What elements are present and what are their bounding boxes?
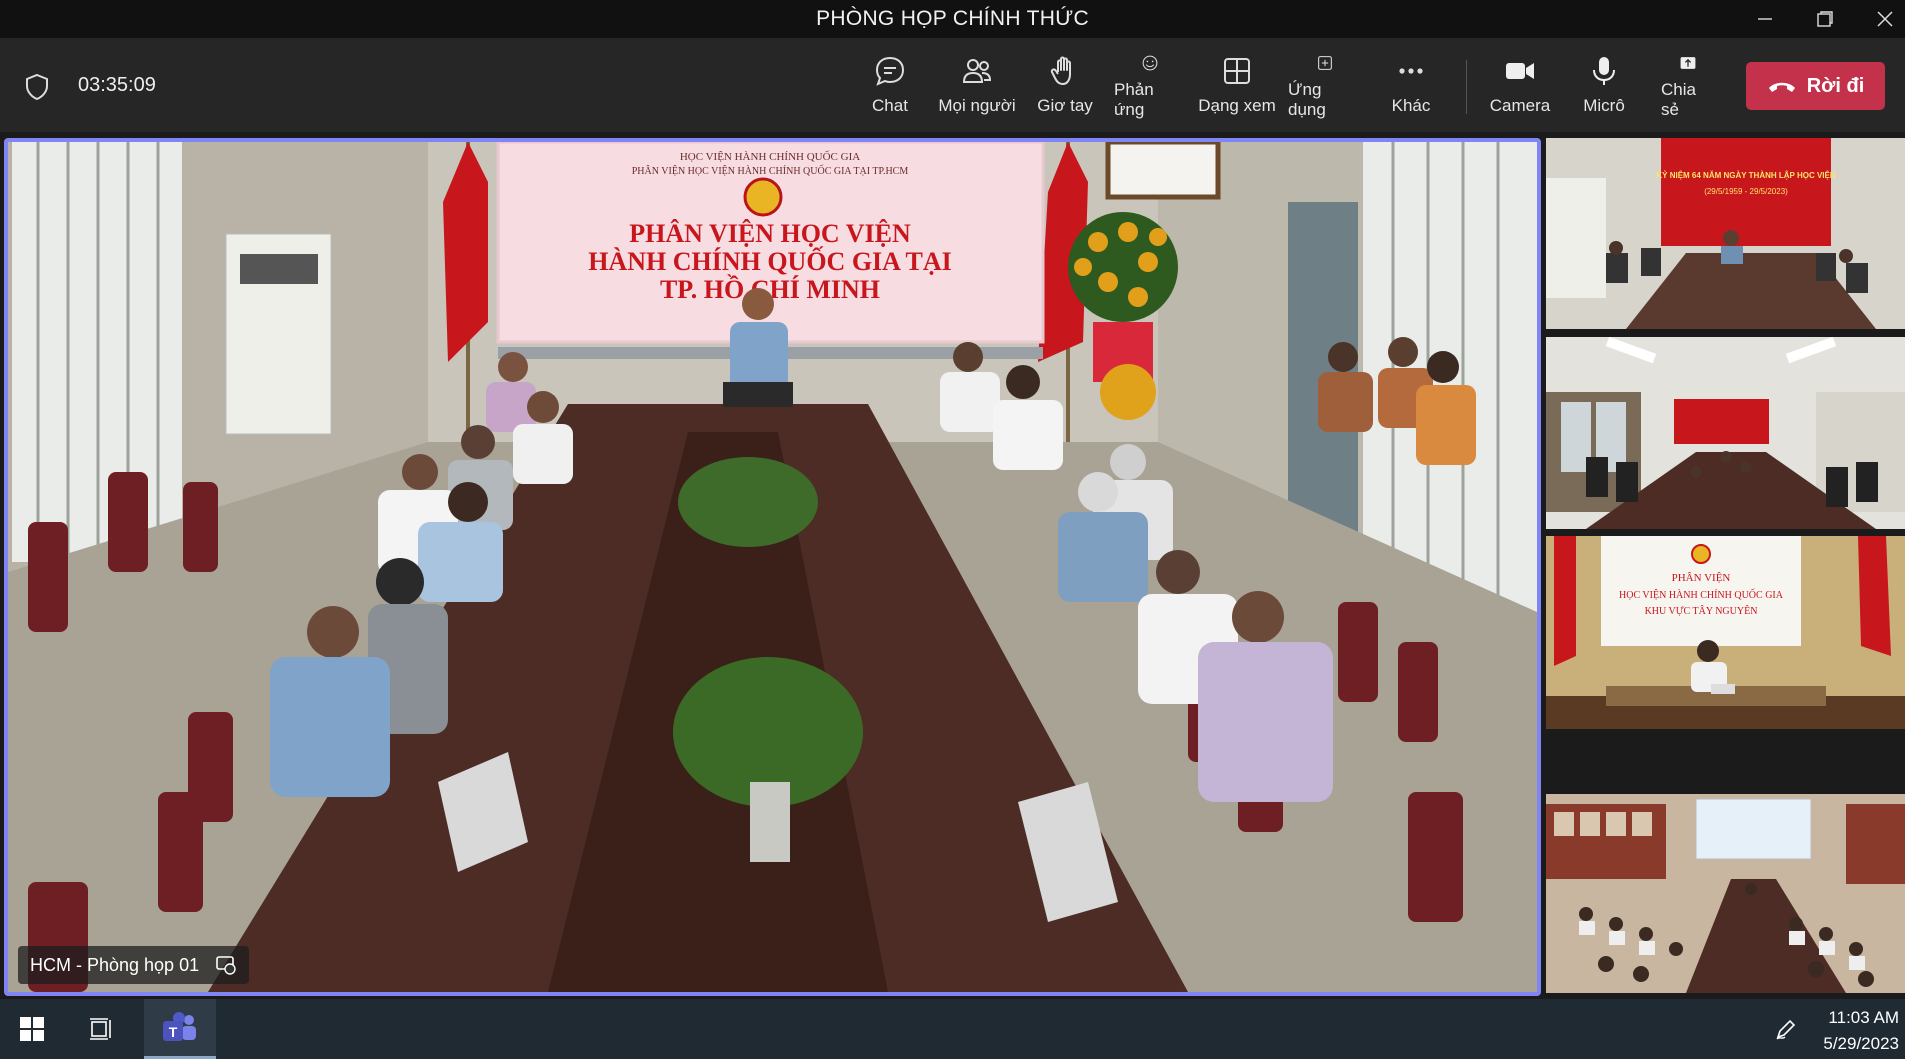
maximize-icon[interactable] bbox=[1795, 0, 1855, 38]
svg-text:T: T bbox=[169, 1024, 178, 1040]
banner-small-text-1: HỌC VIỆN HÀNH CHÍNH QUỐC GIA bbox=[680, 150, 860, 163]
chat-icon bbox=[875, 56, 905, 86]
room-device-icon bbox=[216, 956, 236, 975]
thumb3-banner-2: HỌC VIỆN HÀNH CHÍNH QUỐC GIA bbox=[1619, 588, 1784, 601]
view-label: Dạng xem bbox=[1198, 96, 1276, 115]
teams-icon: T bbox=[163, 1012, 196, 1041]
camera-button[interactable]: Camera bbox=[1489, 54, 1551, 120]
taskbar-clock[interactable]: 11:03 AM 5/29/2023 bbox=[1823, 1005, 1899, 1057]
mic-label: Micrô bbox=[1583, 96, 1625, 115]
hang-up-icon bbox=[1768, 82, 1795, 92]
thumbnail-video: KỶ NIỆM 64 NĂM NGÀY THÀNH LẬP HỌC VIỆN (… bbox=[1546, 138, 1905, 329]
participant-name-tag: HCM - Phòng họp 01 bbox=[18, 946, 250, 984]
toolbar-divider bbox=[1466, 60, 1467, 114]
windows-taskbar: T 11:03 AM 5/29/2023 bbox=[0, 999, 1905, 1059]
participant-thumbnail[interactable] bbox=[1546, 794, 1905, 993]
conference-room-video: HỌC VIỆN HÀNH CHÍNH QUỐC GIA PHÂN VIỆN H… bbox=[8, 142, 1537, 992]
window-title: PHÒNG HỌP CHÍNH THỨC bbox=[816, 7, 1089, 30]
thumb1-sub: (29/5/1959 - 29/5/2023) bbox=[1704, 187, 1788, 196]
reactions-label: Phản ứng bbox=[1114, 80, 1154, 119]
grid-view-icon bbox=[1224, 58, 1250, 84]
share-button[interactable]: Chia sẻ bbox=[1661, 54, 1715, 120]
reactions-button[interactable]: Phản ứng bbox=[1114, 54, 1186, 120]
title-bar: PHÒNG HỌP CHÍNH THỨC bbox=[0, 0, 1905, 38]
mic-button[interactable]: Micrô bbox=[1580, 54, 1628, 120]
share-label: Chia sẻ bbox=[1661, 80, 1696, 119]
clock-time: 11:03 AM bbox=[1828, 1008, 1899, 1027]
chat-button[interactable]: Chat bbox=[872, 54, 908, 120]
thumbnail-video: PHÂN VIỆN HỌC VIỆN HÀNH CHÍNH QUỐC GIA K… bbox=[1546, 536, 1905, 729]
apps-label: Ứng dụng bbox=[1288, 80, 1326, 119]
pen-icon[interactable] bbox=[1766, 1009, 1806, 1049]
participant-name: HCM - Phòng họp 01 bbox=[30, 954, 200, 975]
raise-hand-label: Giơ tay bbox=[1037, 96, 1093, 115]
meeting-timer: 03:35:09 bbox=[78, 74, 156, 96]
view-button[interactable]: Dạng xem bbox=[1198, 54, 1276, 120]
microphone-icon bbox=[1593, 57, 1615, 85]
minimize-icon[interactable] bbox=[1735, 0, 1795, 38]
hand-icon bbox=[1050, 56, 1071, 85]
banner-small-text-2: PHÂN VIỆN HỌC VIỆN HÀNH CHÍNH QUỐC GIA T… bbox=[632, 164, 909, 177]
banner-line-2: HÀNH CHÍNH QUỐC GIA TẠI bbox=[588, 247, 952, 276]
shield-icon bbox=[26, 73, 48, 101]
thumb1-banner: KỶ NIỆM 64 NĂM NGÀY THÀNH LẬP HỌC VIỆN bbox=[1656, 171, 1836, 180]
camera-label: Camera bbox=[1489, 96, 1551, 115]
windows-start-icon[interactable] bbox=[12, 1009, 52, 1049]
add-app-icon bbox=[1318, 56, 1332, 70]
camera-icon bbox=[1506, 63, 1534, 79]
close-icon[interactable] bbox=[1855, 0, 1905, 38]
more-icon bbox=[1399, 68, 1423, 74]
people-icon bbox=[962, 59, 992, 83]
teams-taskbar-button[interactable]: T bbox=[144, 999, 216, 1059]
leave-label: Rời đi bbox=[1806, 74, 1865, 97]
chat-label: Chat bbox=[872, 96, 908, 115]
thumbnail-video bbox=[1546, 337, 1905, 529]
thumb3-banner-1: PHÂN VIỆN bbox=[1672, 572, 1731, 584]
raise-hand-button[interactable]: Giơ tay bbox=[1037, 54, 1093, 120]
meeting-toolbar: 03:35:09 Chat Mọi người Giơ tay Phản ứng… bbox=[0, 38, 1905, 132]
main-video-tile[interactable]: HỌC VIỆN HÀNH CHÍNH QUỐC GIA PHÂN VIỆN H… bbox=[4, 138, 1541, 996]
people-label: Mọi người bbox=[938, 96, 1016, 115]
smile-icon bbox=[1142, 55, 1158, 71]
clock-date: 5/29/2023 bbox=[1823, 1034, 1899, 1053]
banner-line-1: PHÂN VIỆN HỌC VIỆN bbox=[629, 219, 911, 248]
thumbnail-video bbox=[1546, 794, 1905, 993]
thumb3-banner-3: KHU VỰC TÂY NGUYÊN bbox=[1645, 605, 1758, 617]
more-label: Khác bbox=[1391, 96, 1431, 115]
participant-thumbnail[interactable] bbox=[1546, 337, 1905, 529]
participant-thumbnail[interactable]: PHÂN VIỆN HỌC VIỆN HÀNH CHÍNH QUỐC GIA K… bbox=[1546, 536, 1905, 729]
leave-button[interactable]: Rời đi bbox=[1746, 62, 1885, 110]
share-screen-icon bbox=[1680, 57, 1696, 69]
people-button[interactable]: Mọi người bbox=[938, 54, 1016, 120]
apps-button[interactable]: Ứng dụng bbox=[1288, 54, 1362, 120]
task-view-icon[interactable] bbox=[82, 1009, 122, 1049]
video-stage: HỌC VIỆN HÀNH CHÍNH QUỐC GIA PHÂN VIỆN H… bbox=[0, 132, 1905, 999]
more-button[interactable]: Khác bbox=[1390, 54, 1432, 120]
participant-thumbnail[interactable]: KỶ NIỆM 64 NĂM NGÀY THÀNH LẬP HỌC VIỆN (… bbox=[1546, 138, 1905, 329]
